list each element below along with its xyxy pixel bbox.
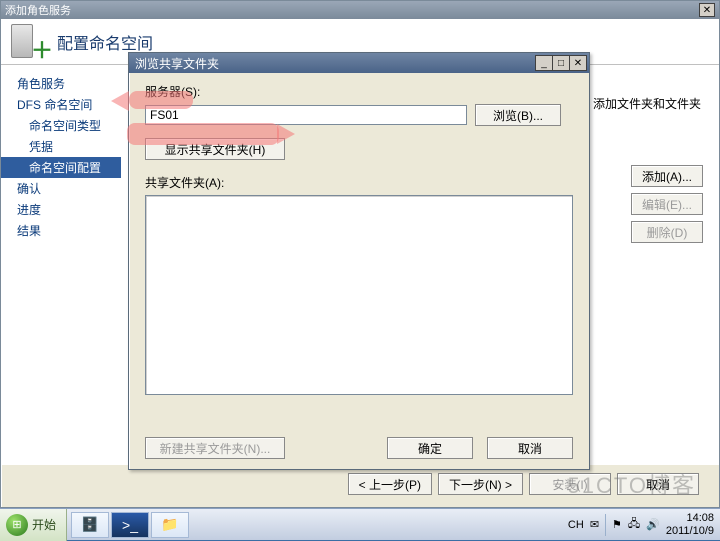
dialog-titlebar[interactable]: 浏览共享文件夹 _ □ ✕ (129, 53, 589, 73)
prev-button[interactable]: < 上一步(P) (348, 473, 432, 495)
tray-separator (605, 514, 606, 536)
taskbar-app-server-manager[interactable]: 🗄️ (71, 512, 109, 538)
wizard-sidebar: 角色服务 DFS 命名空间 命名空间类型 凭据 命名空间配置 确认 进度 结果 (1, 65, 121, 465)
next-button[interactable]: 下一步(N) > (438, 473, 523, 495)
ok-button[interactable]: 确定 (387, 437, 473, 459)
sidebar-item-confirm[interactable]: 确认 (1, 178, 121, 199)
close-icon[interactable]: ✕ (699, 3, 715, 17)
ime-indicator[interactable]: CH (568, 519, 584, 531)
dialog-cancel-button[interactable]: 取消 (487, 437, 573, 459)
dialog-title: 浏览共享文件夹 (135, 55, 219, 72)
sidebar-item-results[interactable]: 结果 (1, 220, 121, 241)
sidebar-item-dfs-namespace[interactable]: DFS 命名空间 (1, 94, 121, 115)
taskbar-app-powershell[interactable]: >_ (111, 512, 149, 538)
window-title: 添加角色服务 (5, 2, 71, 18)
clock-date: 2011/10/9 (666, 525, 714, 537)
browse-button[interactable]: 浏览(B)... (475, 104, 561, 126)
start-label: 开始 (32, 516, 56, 533)
sidebar-item-role-services[interactable]: 角色服务 (1, 73, 121, 94)
delete-button: 删除(D) (631, 221, 703, 243)
wizard-icon: ＋ (9, 22, 49, 62)
edit-button: 编辑(E)... (631, 193, 703, 215)
sidebar-item-credentials[interactable]: 凭据 (1, 136, 121, 157)
sound-icon[interactable]: 🔊 (646, 518, 660, 531)
minimize-icon[interactable]: _ (535, 55, 553, 71)
window-titlebar[interactable]: 添加角色服务 ✕ (1, 1, 719, 19)
add-button[interactable]: 添加(A)... (631, 165, 703, 187)
maximize-icon[interactable]: □ (552, 55, 570, 71)
shared-folders-label: 共享文件夹(A): (145, 174, 573, 191)
sidebar-item-progress[interactable]: 进度 (1, 199, 121, 220)
clock[interactable]: 14:08 2011/10/9 (666, 512, 714, 536)
browse-shared-folder-dialog: 浏览共享文件夹 _ □ ✕ 服务器(S): 浏览(B)... 显示共享文件夹(H… (128, 52, 590, 470)
taskbar: ⊞ 开始 🗄️ >_ 📁 CH ✉ ⚑ 🖧 🔊 14:08 2011/10/9 (0, 508, 720, 540)
shared-folders-listbox[interactable] (145, 195, 573, 395)
cancel-button[interactable]: 取消 (617, 473, 699, 495)
wizard-footer: < 上一步(P) 下一步(N) > 安装(I) 取消 (348, 473, 699, 495)
close-icon[interactable]: ✕ (569, 55, 587, 71)
wizard-title: 配置命名空间 (57, 30, 153, 54)
new-shared-folder-button: 新建共享文件夹(N)... (145, 437, 285, 459)
start-button[interactable]: ⊞ 开始 (0, 509, 67, 541)
clock-time: 14:08 (666, 512, 714, 524)
windows-orb-icon: ⊞ (6, 514, 28, 536)
server-input[interactable] (145, 105, 467, 125)
server-label: 服务器(S): (145, 83, 573, 100)
main-help-text: 添加文件夹和文件夹 (593, 95, 701, 112)
taskbar-app-explorer[interactable]: 📁 (151, 512, 189, 538)
system-tray: CH ✉ ⚑ 🖧 🔊 14:08 2011/10/9 (562, 509, 720, 540)
network-icon[interactable]: 🖧 (628, 515, 640, 534)
sidebar-item-namespace-config[interactable]: 命名空间配置 (1, 157, 121, 178)
sidebar-item-namespace-type[interactable]: 命名空间类型 (1, 115, 121, 136)
install-button: 安装(I) (529, 473, 611, 495)
show-shared-folders-button[interactable]: 显示共享文件夹(H) (145, 138, 285, 160)
tray-flag-icon[interactable]: ⚑ (612, 518, 622, 531)
mail-icon[interactable]: ✉ (590, 518, 599, 531)
